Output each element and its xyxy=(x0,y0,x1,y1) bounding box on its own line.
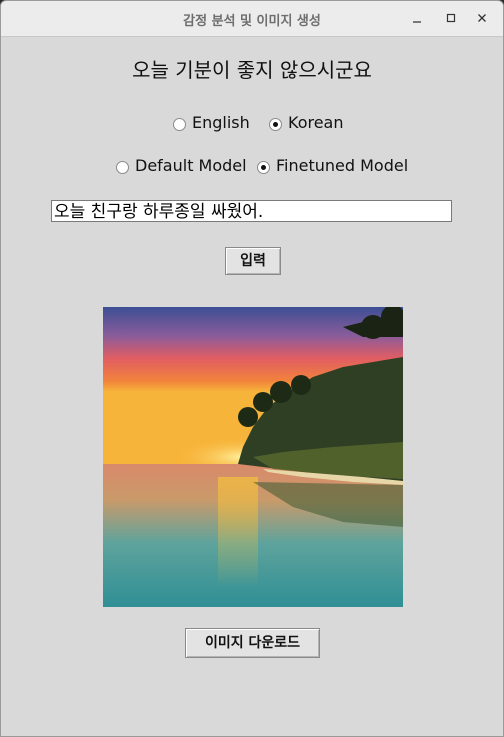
minimize-icon[interactable] xyxy=(406,7,428,29)
app-window: 감정 분석 및 이미지 생성 오늘 기분이 좋지 않으시군요 English K… xyxy=(0,0,504,737)
model-default-radio[interactable] xyxy=(116,161,129,174)
model-finetuned-label[interactable]: Finetuned Model xyxy=(276,157,408,175)
download-image-button[interactable]: 이미지 다운로드 xyxy=(185,628,320,658)
submit-button[interactable]: 입력 xyxy=(225,247,281,275)
title-bar[interactable]: 감정 분석 및 이미지 생성 xyxy=(1,1,503,37)
sentence-input[interactable]: 오늘 친구랑 하루종일 싸웠어. xyxy=(51,200,452,222)
language-english-radio[interactable] xyxy=(173,118,186,131)
close-icon[interactable] xyxy=(471,7,493,29)
language-korean-label[interactable]: Korean xyxy=(288,114,344,132)
emotion-result-heading: 오늘 기분이 좋지 않으시군요 xyxy=(132,58,372,82)
model-default-label[interactable]: Default Model xyxy=(135,157,247,175)
sunset-image xyxy=(103,307,403,607)
maximize-icon[interactable] xyxy=(440,7,462,29)
model-finetuned-radio[interactable] xyxy=(257,161,270,174)
generated-image xyxy=(103,307,403,607)
language-english-label[interactable]: English xyxy=(192,114,250,132)
language-korean-radio[interactable] xyxy=(269,118,282,131)
